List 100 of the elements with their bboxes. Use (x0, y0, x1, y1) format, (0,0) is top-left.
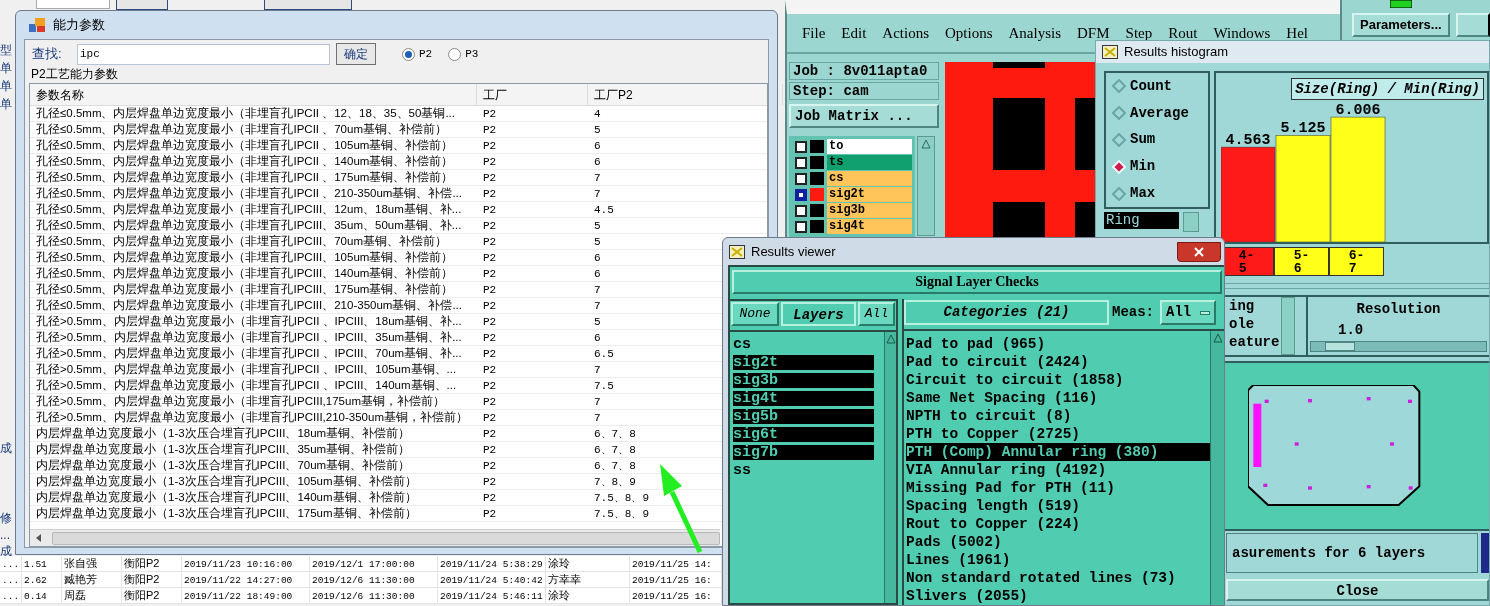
all-button[interactable]: All (858, 302, 895, 326)
back-button[interactable] (116, 0, 168, 10)
column-header[interactable]: 参数名称 (30, 84, 477, 105)
layer-item[interactable]: cs (733, 337, 874, 352)
layer-item[interactable]: sig7b (733, 445, 874, 460)
category-item[interactable]: VIA Annular ring (4192) (906, 461, 1210, 479)
vertical-scrollbar[interactable] (1210, 331, 1224, 605)
category-item[interactable]: PTH to Copper (2725) (906, 425, 1210, 443)
radio-button[interactable] (402, 47, 415, 61)
layer-name[interactable]: ts (827, 155, 912, 170)
layer-name[interactable]: to (827, 139, 912, 154)
menu-item[interactable]: Options (945, 21, 993, 45)
layer-item[interactable]: ss (733, 463, 874, 478)
category-item[interactable]: Non standard rotated lines (73) (906, 569, 1210, 587)
category-item[interactable]: Pad to circuit (2424) (906, 353, 1210, 371)
layer-name[interactable]: cs (827, 171, 912, 186)
radio-button[interactable] (1112, 133, 1126, 147)
scroll-up-icon[interactable] (1212, 333, 1223, 343)
table-cell: 2019/11/25 16: (632, 591, 712, 602)
column-header[interactable]: 工厂 (477, 84, 588, 105)
menu-item[interactable]: Edit (841, 21, 867, 45)
menu-item[interactable]: Actions (882, 21, 929, 45)
layer-swatch (810, 188, 824, 201)
layer-name[interactable]: sig3b (827, 203, 912, 218)
layer-checkbox[interactable] (795, 188, 807, 201)
table-cell: 方幸幸 (548, 573, 581, 585)
layer-checkbox[interactable] (795, 156, 807, 169)
category-item[interactable]: Pads (5002) (906, 533, 1210, 551)
category-item[interactable]: Missing Pad for PTH (11) (906, 479, 1210, 497)
table-cell: P2 (483, 268, 497, 280)
category-item[interactable]: Slivers (2055) (906, 587, 1210, 605)
vertical-scrollbar[interactable] (884, 332, 896, 603)
column-header[interactable]: 工厂P2 (588, 84, 783, 105)
bin-label: 5-6 (1274, 247, 1329, 276)
menu-item[interactable]: File (802, 21, 826, 45)
search-field[interactable]: ipc (77, 43, 330, 65)
menu-item[interactable]: Step (1125, 21, 1153, 45)
vertical-scrollbar[interactable] (1281, 297, 1295, 355)
horizontal-scrollbar[interactable] (30, 529, 720, 546)
step-label: Step: cam (789, 82, 939, 100)
category-item[interactable]: Lines (1961) (906, 551, 1210, 569)
vertical-scrollbar[interactable] (1183, 212, 1199, 232)
category-item[interactable]: Circuit to circuit (1858) (906, 371, 1210, 389)
table-cell: 7.5、8、9 (594, 492, 649, 504)
top-field[interactable] (36, 0, 110, 9)
layer-item[interactable]: sig2t (733, 355, 874, 370)
category-item[interactable]: Spacing length (519) (906, 497, 1210, 515)
job-matrix-button[interactable]: Job Matrix ... (789, 104, 939, 128)
scroll-up-icon[interactable] (921, 139, 931, 149)
attribute-option[interactable]: eature (1229, 333, 1279, 351)
table-cell: P2 (483, 108, 497, 120)
category-item[interactable]: NPTH to circuit (8) (906, 407, 1210, 425)
layer-checkbox[interactable] (795, 204, 807, 217)
layer-item[interactable]: sig6t (733, 427, 874, 442)
menu-item[interactable]: Windows (1213, 21, 1271, 45)
layer-item[interactable]: sig4t (733, 391, 874, 406)
radio-button[interactable] (448, 47, 462, 61)
slider-handle[interactable] (1325, 342, 1355, 351)
category-item[interactable]: Rout to Copper (224) (906, 515, 1210, 533)
scroll-up-icon[interactable] (885, 334, 896, 344)
window-icon (729, 244, 745, 259)
vertical-scrollbar[interactable] (917, 136, 935, 236)
table-cell-text: 孔径>0.5mm、内层焊盘单边宽度最小（非埋盲孔IPCII 、IPCIII、70um基铜、补... (35, 346, 463, 361)
menu-item[interactable]: Hel (1286, 21, 1308, 45)
category-item[interactable]: Same Net Spacing (116) (906, 389, 1210, 407)
table-cell: 7.5 (594, 380, 614, 392)
close-button[interactable] (1177, 241, 1221, 262)
radio-button[interactable] (1112, 186, 1126, 201)
layer-item[interactable]: sig3b (733, 373, 874, 388)
menu-item[interactable]: DFM (1077, 21, 1110, 45)
menu-item[interactable]: Rout (1168, 21, 1198, 45)
table-cell: P2 (483, 140, 497, 152)
layer-checkbox[interactable] (795, 172, 807, 185)
scroll-left-icon[interactable] (34, 533, 44, 543)
attribute-field[interactable]: Ring (1104, 212, 1179, 229)
attribute-option[interactable]: ole (1229, 315, 1279, 333)
layer-item[interactable]: sig5b (733, 409, 874, 424)
layer-checkbox[interactable] (795, 220, 807, 233)
attribute-option[interactable]: ing (1229, 297, 1279, 315)
confirm-tab-button[interactable] (264, 0, 352, 10)
radio-button[interactable] (1112, 79, 1126, 94)
none-button[interactable]: None (731, 302, 779, 326)
category-item[interactable]: Pad to pad (965) (906, 335, 1210, 353)
table-cell: ... (2, 575, 20, 586)
table-cell: 衡阳P2 (124, 557, 160, 569)
close-button[interactable]: Close (1226, 579, 1489, 601)
parameters-button[interactable]: Parameters... (1352, 13, 1450, 37)
x-tick-label: 4-5 (1238, 248, 1255, 276)
radio-button[interactable] (1112, 106, 1126, 121)
category-item[interactable]: PTH (Comp) Annular ring (380) (906, 443, 1210, 461)
layer-checkbox[interactable] (795, 140, 807, 153)
meas-dropdown[interactable]: All (1160, 300, 1216, 325)
layer-name[interactable]: sig4t (827, 219, 912, 234)
radio-label: Sum (1130, 130, 1156, 150)
confirm-button[interactable]: 确定 (336, 43, 376, 65)
resolution-slider[interactable] (1310, 341, 1487, 352)
menu-item[interactable]: Analysis (1008, 21, 1062, 45)
layer-name[interactable]: sig2t (827, 187, 912, 202)
close-icon (1194, 246, 1204, 257)
toolbar-button[interactable] (1455, 13, 1490, 37)
